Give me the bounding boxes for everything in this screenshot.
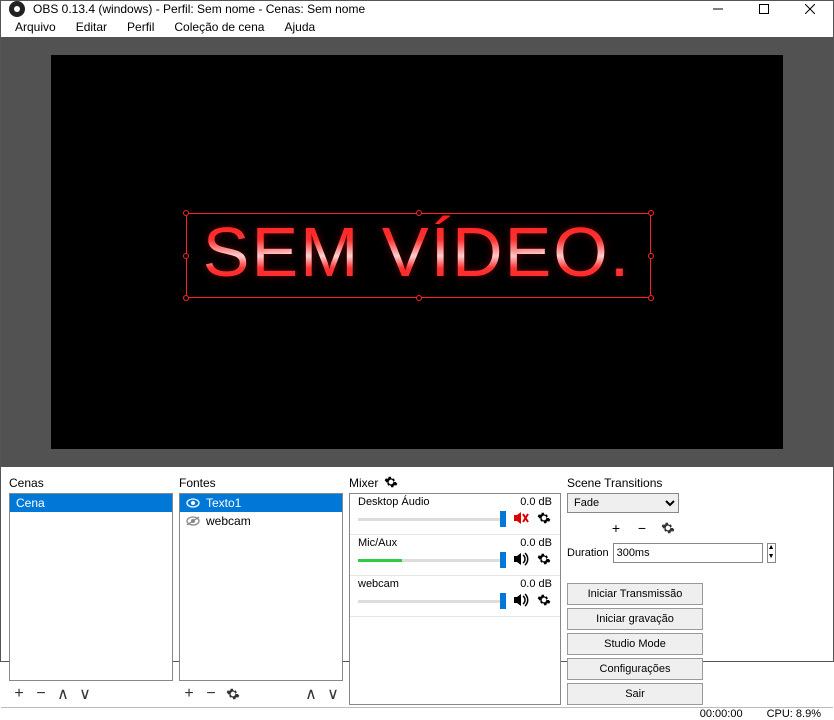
start-record-button[interactable]: Iniciar gravação [567, 608, 703, 630]
menu-perfil[interactable]: Perfil [117, 17, 164, 37]
mixer-channel-db: 0.0 dB [520, 537, 552, 549]
duration-label: Duration [567, 547, 609, 559]
channel-settings-icon[interactable] [536, 593, 552, 610]
mixer-channel-db: 0.0 dB [520, 496, 552, 508]
resize-handle-ml[interactable] [183, 253, 189, 259]
resize-handle-tr[interactable] [648, 210, 654, 216]
scenes-panel: Cenas Cena + − ∧ ∨ [9, 473, 173, 705]
mixer-channel-name: webcam [358, 578, 399, 590]
scenes-header: Cenas [9, 476, 44, 490]
speaker-icon[interactable] [512, 593, 530, 610]
source-item-label: webcam [206, 514, 251, 528]
statusbar: 00:00:00 CPU: 8.9% [1, 707, 833, 720]
duration-spinner[interactable]: ▲▼ [767, 543, 776, 563]
mixer-channel-db: 0.0 dB [520, 578, 552, 590]
status-time: 00:00:00 [700, 708, 743, 720]
selection-box[interactable] [186, 213, 651, 298]
resize-handle-mr[interactable] [648, 253, 654, 259]
scenes-list[interactable]: Cena [9, 493, 173, 681]
scene-item[interactable]: Cena [10, 494, 172, 512]
preview-canvas[interactable]: SEM VÍDEO. [51, 55, 783, 449]
bottom-panels: Cenas Cena + − ∧ ∨ Fontes Texto1 web [1, 467, 833, 707]
control-buttons: Iniciar Transmissão Iniciar gravação Stu… [567, 563, 703, 705]
source-up-button[interactable]: ∧ [301, 684, 321, 704]
remove-scene-button[interactable]: − [31, 684, 51, 704]
scene-up-button[interactable]: ∧ [53, 684, 73, 704]
scene-down-button[interactable]: ∨ [75, 684, 95, 704]
add-transition-button[interactable]: + [605, 518, 627, 538]
studio-mode-button[interactable]: Studio Mode [567, 633, 703, 655]
resize-handle-bm[interactable] [416, 295, 422, 301]
menu-ajuda[interactable]: Ajuda [274, 17, 325, 37]
close-button[interactable] [787, 1, 833, 17]
resize-handle-bl[interactable] [183, 295, 189, 301]
resize-handle-tl[interactable] [183, 210, 189, 216]
source-down-button[interactable]: ∨ [323, 684, 343, 704]
menu-editar[interactable]: Editar [66, 17, 117, 37]
status-cpu: CPU: 8.9% [767, 708, 821, 720]
app-icon [9, 1, 25, 17]
volume-slider[interactable] [358, 600, 506, 603]
settings-button[interactable]: Configurações [567, 658, 703, 680]
channel-settings-icon[interactable] [536, 552, 552, 569]
minimize-button[interactable] [695, 1, 741, 17]
eye-off-icon[interactable] [186, 516, 200, 526]
menubar: Arquivo Editar Perfil Coleção de cena Aj… [1, 17, 833, 37]
mixer-channel: Mic/Aux 0.0 dB [350, 535, 560, 576]
mixer-channel: Desktop Áudio 0.0 dB [350, 494, 560, 535]
menu-colecao[interactable]: Coleção de cena [164, 17, 274, 37]
mixer-panel: Mixer Desktop Áudio0.0 dBMic/Aux0.0 dBwe… [349, 473, 561, 705]
right-column: Scene Transitions Fade + − Duration ▲▼ I… [567, 473, 825, 705]
volume-slider[interactable] [358, 559, 506, 562]
duration-input[interactable] [613, 543, 763, 563]
transitions-header: Scene Transitions [567, 476, 662, 490]
titlebar: OBS 0.13.4 (windows) - Perfil: Sem nome … [1, 1, 833, 17]
sources-header: Fontes [179, 476, 216, 490]
remove-source-button[interactable]: − [201, 684, 221, 704]
source-item[interactable]: webcam [180, 512, 342, 530]
mixer-list: Desktop Áudio 0.0 dB Mic/Aux 0.0 dB webcam 0.… [349, 493, 561, 705]
transition-select[interactable]: Fade [567, 493, 679, 513]
window-title: OBS 0.13.4 (windows) - Perfil: Sem nome … [33, 2, 695, 16]
mixer-channel-name: Mic/Aux [358, 537, 397, 549]
exit-button[interactable]: Sair [567, 683, 703, 705]
mixer-settings-icon[interactable] [384, 475, 398, 492]
channel-settings-icon[interactable] [536, 511, 552, 528]
menu-arquivo[interactable]: Arquivo [5, 17, 66, 37]
mixer-channel-name: Desktop Áudio [358, 496, 430, 508]
mixer-header: Mixer [349, 476, 378, 490]
source-item[interactable]: Texto1 [180, 494, 342, 512]
transition-settings-button[interactable] [657, 518, 679, 538]
resize-handle-tm[interactable] [416, 210, 422, 216]
remove-transition-button[interactable]: − [631, 518, 653, 538]
source-settings-button[interactable] [223, 684, 243, 704]
speaker-icon[interactable] [512, 552, 530, 569]
sources-list[interactable]: Texto1 webcam [179, 493, 343, 681]
maximize-button[interactable] [741, 1, 787, 17]
speaker-muted-icon[interactable] [512, 511, 530, 528]
transitions-panel: Scene Transitions Fade + − Duration ▲▼ [567, 473, 679, 563]
add-source-button[interactable]: + [179, 684, 199, 704]
start-stream-button[interactable]: Iniciar Transmissão [567, 583, 703, 605]
eye-icon[interactable] [186, 498, 200, 508]
resize-handle-br[interactable] [648, 295, 654, 301]
scene-item-label: Cena [16, 496, 45, 510]
sources-panel: Fontes Texto1 webcam + − ∧ ∨ [179, 473, 343, 705]
source-item-label: Texto1 [206, 496, 241, 510]
preview-area: SEM VÍDEO. [1, 37, 833, 467]
mixer-channel: webcam 0.0 dB [350, 576, 560, 617]
add-scene-button[interactable]: + [9, 684, 29, 704]
volume-slider[interactable] [358, 518, 506, 521]
